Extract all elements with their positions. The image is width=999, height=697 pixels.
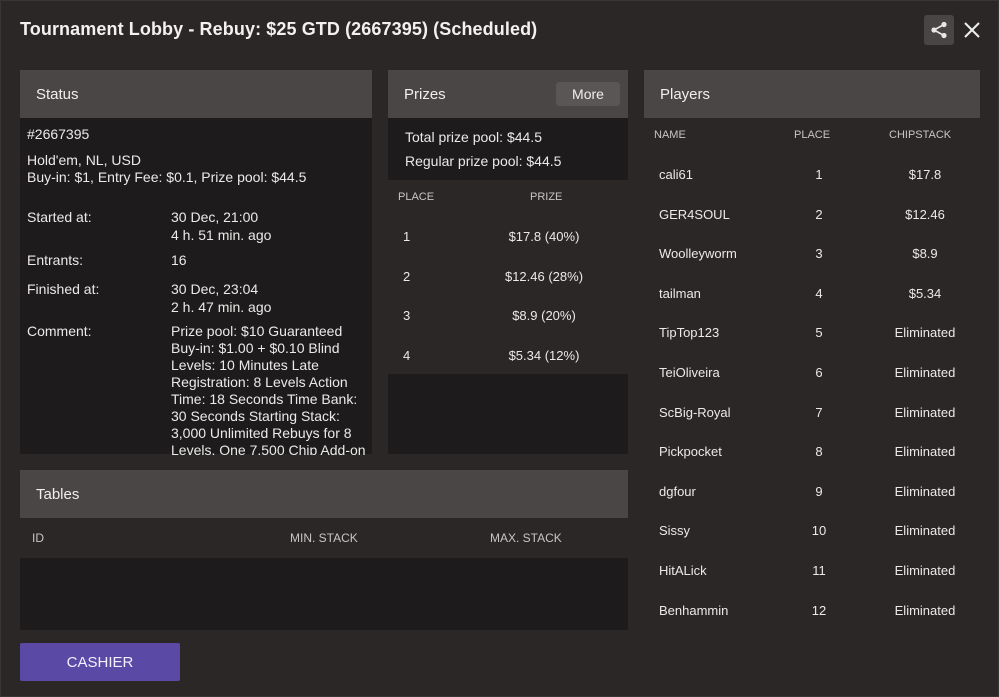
players-col-name: NAME — [654, 129, 686, 141]
player-name: Woolleyworm — [659, 246, 737, 262]
tournament-lobby-window: Tournament Lobby - Rebuy: $25 GTD (26673… — [0, 0, 999, 697]
prizes-heading: Prizes — [404, 85, 446, 103]
player-name: GER4SOUL — [659, 206, 730, 222]
prize-amount: $17.8 (40%) — [508, 229, 580, 244]
player-name: Pickpocket — [659, 444, 722, 460]
player-name: cali61 — [659, 167, 693, 182]
cashier-button[interactable]: CASHIER — [20, 643, 180, 681]
player-chipstack: Eliminated — [894, 483, 956, 499]
entrants-value: 16 — [171, 252, 187, 268]
players-heading: Players — [660, 85, 711, 103]
players-col-chipstack: CHIPSTACK — [889, 129, 952, 141]
player-chipstack: $12.46 — [905, 206, 945, 222]
share-icon — [931, 21, 947, 39]
player-name: Sissy — [659, 523, 691, 539]
share-button[interactable] — [924, 15, 954, 45]
player-place: 11 — [812, 563, 826, 578]
more-button[interactable]: More — [556, 82, 620, 106]
started-ago: 4 h. 51 min. ago — [171, 227, 272, 243]
prize-place: 4 — [403, 348, 411, 364]
close-icon — [964, 22, 980, 38]
player-name: TipTop123 — [659, 325, 720, 341]
tables-heading: Tables — [36, 485, 80, 503]
player-place: 8 — [815, 444, 823, 460]
prizes-empty-area — [388, 374, 628, 454]
status-panel: #2667395 Hold'em, NL, USD Buy-in: $1, En… — [20, 118, 372, 455]
player-name: tailman — [659, 285, 701, 301]
total-prize-pool: Total prize pool: $44.5 — [405, 129, 542, 145]
player-place: 7 — [815, 404, 823, 420]
started-label: Started at: — [27, 209, 92, 225]
player-chipstack: $17.8 — [908, 167, 942, 182]
prize-amount: $5.34 (12%) — [508, 348, 580, 364]
player-chipstack: Eliminated — [894, 444, 956, 460]
player-chipstack: $8.9 — [912, 246, 938, 262]
player-name: TeiOliveira — [659, 365, 720, 380]
player-chipstack: $5.34 — [908, 285, 942, 301]
player-place: 2 — [815, 206, 823, 222]
buyin-info: Buy-in: $1, Entry Fee: $0.1, Prize pool:… — [27, 169, 307, 185]
tables-col-max-stack: MAX. STACK — [490, 531, 562, 545]
comment-text: Prize pool: $10 Guaranteed Buy-in: $1.00… — [171, 323, 366, 455]
prize-pool-summary: Total prize pool: $44.5 Regular prize po… — [388, 118, 628, 180]
player-name: ScBig-Royal — [659, 404, 731, 420]
status-heading: Status — [36, 85, 79, 103]
player-chipstack: Eliminated — [894, 404, 956, 420]
player-place: 6 — [815, 365, 823, 380]
prize-place: 2 — [403, 268, 411, 284]
finished-date: 30 Dec, 23:04 — [171, 281, 259, 297]
player-chipstack: Eliminated — [894, 602, 956, 618]
regular-prize-pool: Regular prize pool: $44.5 — [405, 153, 562, 169]
prize-amount: $8.9 (20%) — [512, 308, 576, 324]
close-button[interactable] — [959, 17, 985, 43]
player-place: 10 — [811, 523, 827, 539]
window-title: Tournament Lobby - Rebuy: $25 GTD (26673… — [20, 19, 538, 39]
entrants-label: Entrants: — [27, 252, 84, 268]
player-place: 12 — [811, 602, 827, 618]
prize-amount: $12.46 (28%) — [504, 268, 584, 284]
player-place: 4 — [815, 285, 823, 301]
tournament-id: #2667395 — [27, 126, 90, 142]
players-col-place: PLACE — [794, 129, 831, 141]
started-date: 30 Dec, 21:00 — [171, 209, 259, 225]
game-type: Hold'em, NL, USD — [27, 152, 141, 168]
tables-col-id: ID — [32, 531, 44, 545]
tables-list — [20, 558, 628, 630]
player-place: 1 — [815, 167, 823, 182]
player-name: HitALick — [659, 563, 707, 578]
player-place: 5 — [815, 325, 823, 341]
players-header: Players — [644, 70, 980, 118]
player-name: Benhammin — [659, 602, 729, 618]
player-chipstack: Eliminated — [894, 563, 956, 578]
prize-place: 3 — [403, 308, 411, 324]
prizes-col-place: PLACE — [398, 191, 435, 203]
status-header: Status — [20, 70, 372, 118]
tables-col-min-stack: MIN. STACK — [290, 531, 358, 545]
finished-label: Finished at: — [27, 281, 100, 297]
player-chipstack: Eliminated — [894, 325, 956, 341]
player-place: 3 — [815, 246, 823, 262]
comment-label: Comment: — [27, 323, 92, 339]
tables-header: Tables — [20, 470, 628, 518]
player-chipstack: Eliminated — [894, 523, 956, 539]
player-chipstack: Eliminated — [894, 365, 956, 380]
player-name: dgfour — [659, 483, 696, 499]
prizes-col-prize: PRIZE — [530, 191, 563, 203]
player-place: 9 — [815, 483, 823, 499]
finished-ago: 2 h. 47 min. ago — [171, 299, 272, 315]
prize-place: 1 — [403, 229, 411, 244]
